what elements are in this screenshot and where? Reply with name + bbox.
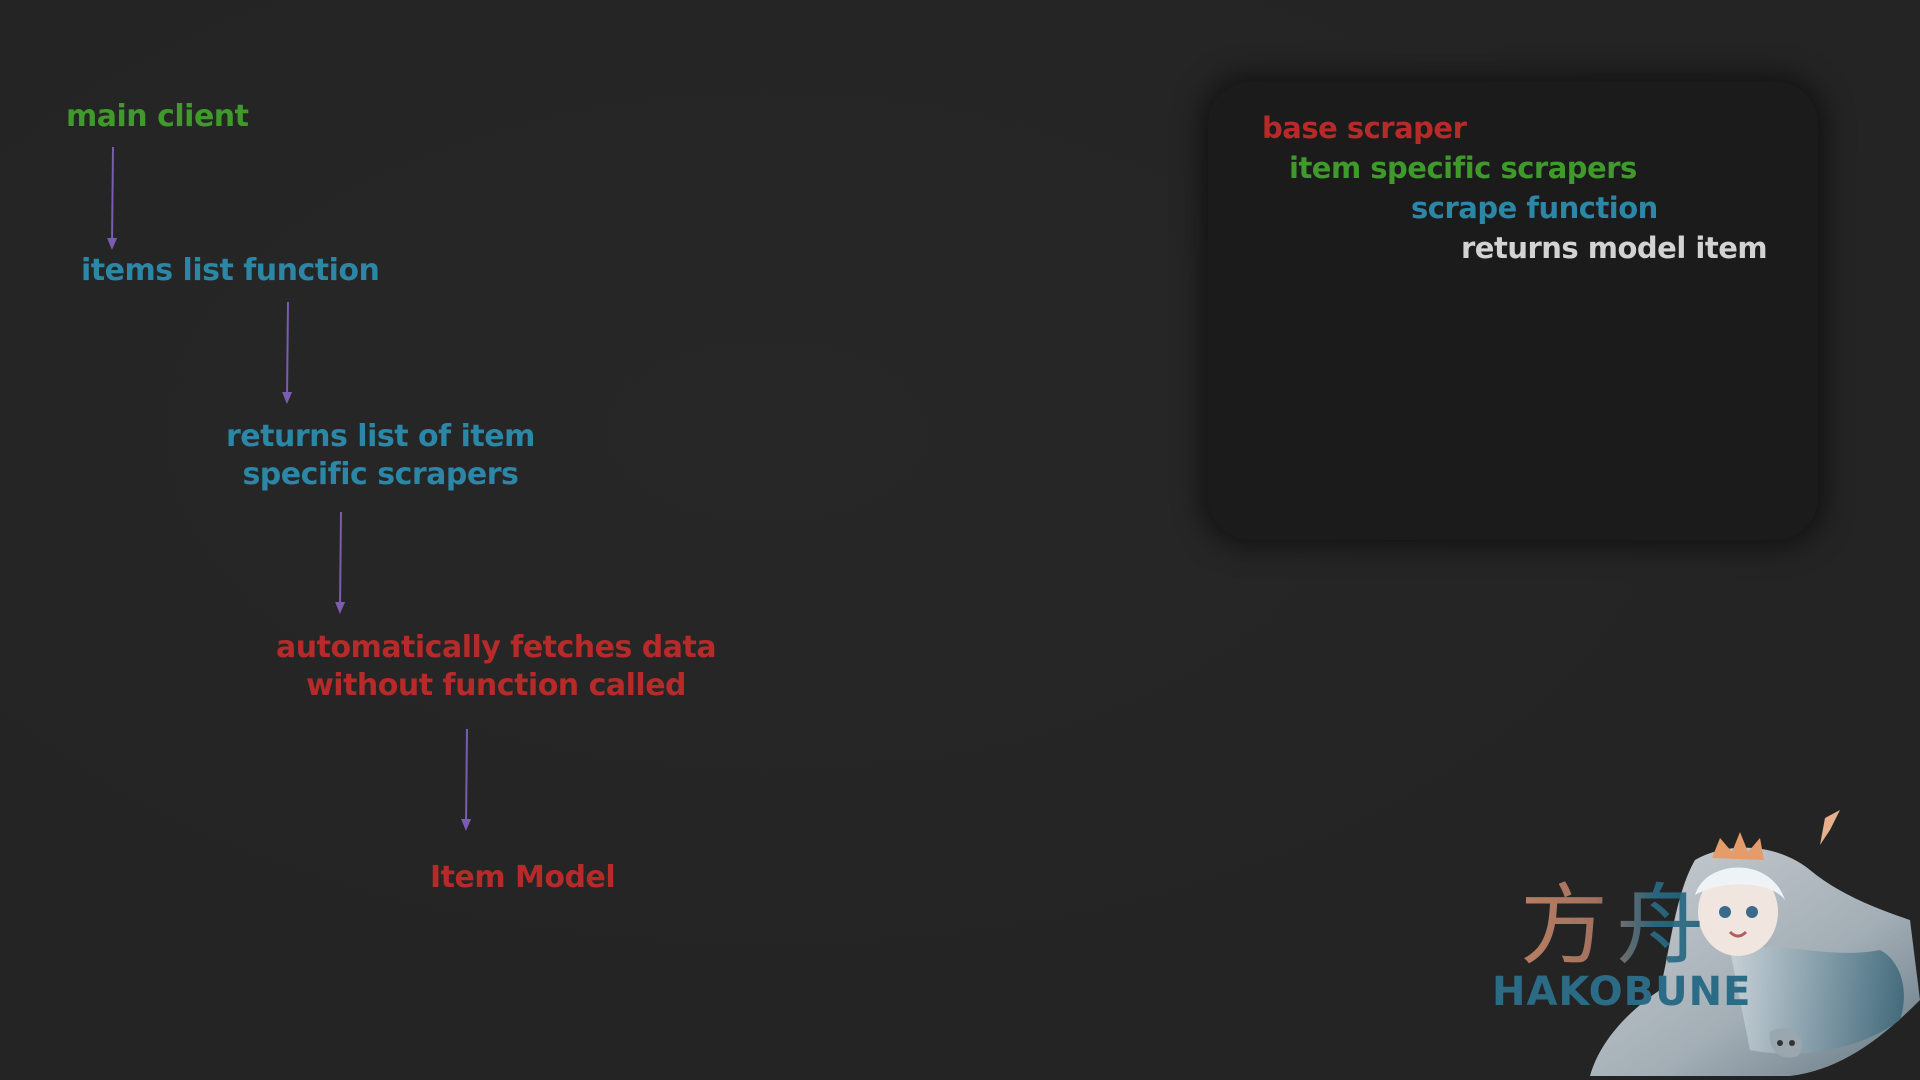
legend-base-scraper: base scraper (1262, 111, 1467, 145)
legend-box: base scraper item specific scrapers scra… (1208, 82, 1818, 540)
legend-scrape-function: scrape function (1411, 191, 1658, 225)
node-returns-list-line1: returns list of item (226, 419, 535, 454)
node-item-model: Item Model (430, 859, 616, 897)
node-item-model-label: Item Model (430, 860, 616, 895)
node-auto-fetch: automatically fetches data without funct… (276, 629, 717, 705)
node-main-client-label: main client (66, 99, 249, 134)
legend-item-specific-scrapers: item specific scrapers (1289, 151, 1637, 185)
arrow-items-to-returns (282, 301, 293, 404)
node-items-list-function: items list function (81, 252, 380, 290)
node-main-client: main client (66, 98, 249, 136)
brand-kanji: 方舟 (1520, 874, 1713, 977)
node-returns-list-line2: specific scrapers (242, 457, 519, 492)
node-auto-fetch-line2: without function called (306, 668, 687, 703)
hakobune-logo: 方舟 HAKOBUNE (1480, 800, 1920, 1080)
arrow-main-to-items (107, 146, 118, 250)
arrow-fetch-to-model (461, 728, 472, 831)
legend-returns-model-item: returns model item (1461, 231, 1768, 265)
brand-name: HAKOBUNE (1492, 969, 1752, 1015)
arrow-returns-to-fetch (335, 511, 346, 614)
node-returns-list: returns list of item specific scrapers (226, 418, 535, 494)
node-auto-fetch-line1: automatically fetches data (276, 630, 717, 665)
node-items-list-function-label: items list function (81, 253, 380, 288)
diagram-canvas: main client items list function returns … (0, 0, 1920, 1080)
